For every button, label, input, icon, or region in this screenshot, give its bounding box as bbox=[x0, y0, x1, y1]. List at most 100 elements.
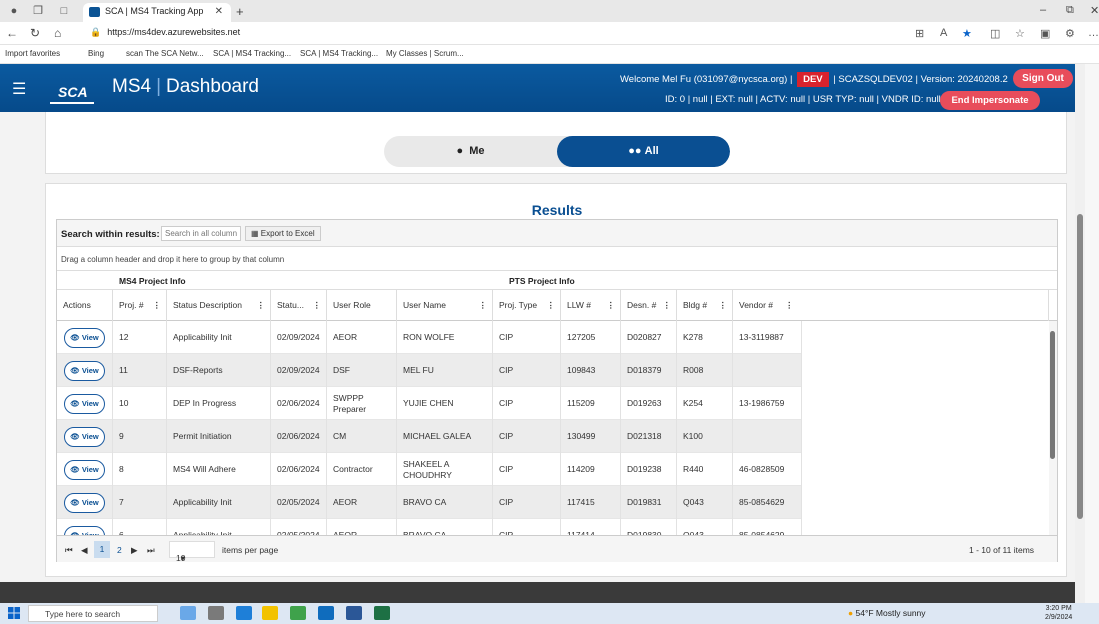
view-button[interactable]: 👁 View bbox=[64, 327, 105, 348]
windows-start-icon[interactable] bbox=[8, 607, 20, 619]
tab-actions-icon[interactable]: □ bbox=[58, 5, 70, 17]
grid-scrollbar-thumb[interactable] bbox=[1050, 331, 1055, 459]
sca-favicon-icon bbox=[89, 7, 100, 17]
close-tab-icon[interactable]: ✕ bbox=[215, 6, 223, 17]
view-button[interactable]: 👁 View bbox=[64, 459, 105, 480]
first-page-icon[interactable]: ⏮ bbox=[65, 545, 73, 556]
favorite-item[interactable]: Bing bbox=[88, 49, 104, 58]
view-button[interactable]: 👁 View bbox=[64, 426, 105, 447]
favorite-item[interactable]: scan The SCA Netw... bbox=[126, 49, 204, 58]
grid-scrollbar[interactable] bbox=[1049, 321, 1057, 535]
page-1-button[interactable]: 1 bbox=[94, 541, 110, 558]
cell-role: CM bbox=[327, 420, 397, 453]
actions-cell: 👁 View bbox=[57, 321, 113, 354]
col-vendor[interactable]: Vendor # ⋮ bbox=[733, 290, 1049, 321]
extensions-icon[interactable]: ⚙ bbox=[1065, 27, 1075, 40]
group-drop-zone[interactable]: Drag a column header and drop it here to… bbox=[57, 247, 1057, 271]
end-impersonate-button[interactable]: End Impersonate bbox=[940, 91, 1040, 110]
next-page-icon[interactable]: ▶ bbox=[131, 545, 138, 556]
cell-proj: 9 bbox=[113, 420, 167, 453]
col-bldg[interactable]: Bldg # ⋮ bbox=[677, 290, 733, 321]
cell-proj: 7 bbox=[113, 486, 167, 519]
collections-bar-icon[interactable]: ▣ bbox=[1040, 27, 1050, 40]
favorite-item[interactable]: My Classes | Scrum... bbox=[386, 49, 464, 58]
col-proj-type[interactable]: Proj. Type ⋮ bbox=[493, 290, 561, 321]
column-menu-icon[interactable]: ⋮ bbox=[547, 290, 556, 321]
favorite-item[interactable]: SCA | MS4 Tracking... bbox=[213, 49, 291, 58]
back-icon[interactable]: ← bbox=[6, 26, 18, 40]
favorite-item[interactable]: SCA | MS4 Tracking... bbox=[300, 49, 378, 58]
sun-icon: ● bbox=[848, 608, 854, 618]
scrollbar-thumb[interactable] bbox=[1077, 214, 1083, 519]
last-page-icon[interactable]: ⏭ bbox=[147, 545, 155, 556]
split-screen-icon[interactable]: ◫ bbox=[990, 27, 1000, 40]
col-proj[interactable]: Proj. # ⋮ bbox=[113, 290, 167, 321]
column-menu-icon[interactable]: ⋮ bbox=[785, 290, 794, 321]
view-button[interactable]: 👁 View bbox=[64, 492, 105, 513]
app-available-icon[interactable]: ⊞ bbox=[915, 27, 924, 40]
col-user-name[interactable]: User Name ⋮ bbox=[397, 290, 493, 321]
menu-icon[interactable]: ☰ bbox=[12, 79, 26, 99]
profile-icon[interactable]: ● bbox=[8, 5, 20, 17]
sign-out-button[interactable]: Sign Out bbox=[1013, 69, 1073, 88]
col-status-desc[interactable]: Status Description ⋮ bbox=[167, 290, 271, 321]
column-menu-icon[interactable]: ⋮ bbox=[719, 290, 728, 321]
favorite-item[interactable]: Import favorites bbox=[5, 49, 60, 58]
search-input[interactable] bbox=[161, 226, 241, 241]
new-tab-icon[interactable]: + bbox=[236, 4, 244, 19]
favorites-icon[interactable]: ☆ bbox=[1015, 27, 1025, 40]
column-menu-icon[interactable]: ⋮ bbox=[607, 290, 616, 321]
toggle-all[interactable]: ●● All bbox=[557, 136, 730, 167]
col-desn[interactable]: Desn. # ⋮ bbox=[621, 290, 677, 321]
view-button[interactable]: 👁 View bbox=[64, 360, 105, 381]
restore-icon[interactable]: ⧉ bbox=[1066, 4, 1074, 17]
chrome-icon[interactable] bbox=[290, 606, 306, 620]
url-field[interactable]: 🔒 https://ms4dev.azurewebsites.net bbox=[90, 27, 240, 38]
outlook-icon[interactable] bbox=[318, 606, 334, 620]
page-2-button[interactable]: 2 bbox=[117, 545, 122, 555]
favorite-star-icon[interactable]: ★ bbox=[962, 27, 972, 40]
prev-page-icon[interactable]: ◀ bbox=[81, 545, 88, 556]
refresh-icon[interactable]: ↻ bbox=[30, 26, 40, 40]
toggle-me[interactable]: ● Me bbox=[384, 136, 557, 167]
page-scrollbar[interactable] bbox=[1075, 64, 1085, 604]
cell-llw: 117414 bbox=[561, 519, 621, 535]
env-badge: DEV bbox=[797, 72, 829, 87]
table-row: 👁 View 10 DEP In Progress 02/06/2024 SWP… bbox=[57, 387, 802, 420]
chevron-down-icon: ▾ bbox=[180, 553, 186, 563]
cell-user: SHAKEEL A CHOUDHRY bbox=[397, 453, 493, 486]
taskbar-clock[interactable]: 3:20 PM 2/9/2024 bbox=[1045, 604, 1072, 622]
word-icon[interactable] bbox=[346, 606, 362, 620]
col-user-role[interactable]: User Role bbox=[327, 290, 397, 321]
column-menu-icon[interactable]: ⋮ bbox=[663, 290, 672, 321]
task-view-icon[interactable] bbox=[180, 606, 196, 620]
cell-proj: 6 bbox=[113, 519, 167, 535]
column-menu-icon[interactable]: ⋮ bbox=[153, 290, 162, 321]
more-icon[interactable]: … bbox=[1088, 27, 1099, 39]
column-menu-icon[interactable]: ⋮ bbox=[257, 290, 266, 321]
browser-tab[interactable]: SCA | MS4 Tracking App ✕ bbox=[83, 3, 231, 22]
weather-text: 54°F Mostly sunny bbox=[855, 608, 926, 618]
view-button[interactable]: 👁 View bbox=[64, 393, 105, 414]
edge-icon[interactable] bbox=[236, 606, 252, 620]
page-size-select[interactable]: 10 ▾ bbox=[169, 541, 215, 563]
weather-widget[interactable]: ● 54°F Mostly sunny bbox=[848, 608, 926, 618]
excel-app-icon[interactable] bbox=[374, 606, 390, 620]
minimize-icon[interactable]: – bbox=[1040, 4, 1046, 16]
windows-taskbar: Type here to search ● 54°F Mostly sunny … bbox=[0, 603, 1099, 624]
column-menu-icon[interactable]: ⋮ bbox=[479, 290, 488, 321]
col-status-date[interactable]: Statu... ⋮ bbox=[271, 290, 327, 321]
export-excel-button[interactable]: ▦ Export to Excel bbox=[245, 226, 321, 241]
taskbar-search[interactable]: Type here to search bbox=[28, 605, 158, 622]
window-close-icon[interactable]: ✕ bbox=[1090, 4, 1099, 17]
cell-role: AEOR bbox=[327, 519, 397, 535]
column-menu-icon[interactable]: ⋮ bbox=[313, 290, 322, 321]
home-icon[interactable]: ⌂ bbox=[54, 26, 61, 40]
cell-vendor: 13-3119887 bbox=[733, 321, 802, 354]
read-aloud-icon[interactable]: A bbox=[940, 27, 947, 39]
view-button[interactable]: 👁 View bbox=[64, 525, 105, 535]
file-explorer-icon[interactable] bbox=[262, 606, 278, 620]
col-llw[interactable]: LLW # ⋮ bbox=[561, 290, 621, 321]
widgets-icon[interactable] bbox=[208, 606, 224, 620]
collections-icon[interactable]: ❐ bbox=[32, 5, 44, 17]
